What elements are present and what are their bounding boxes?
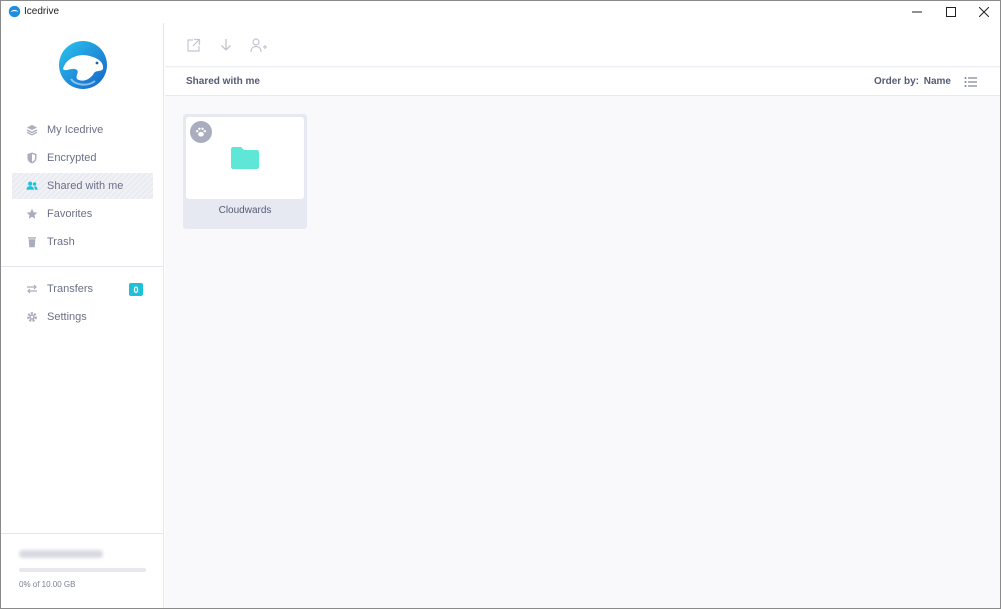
gear-icon [26, 311, 38, 323]
sidebar-divider [1, 266, 164, 267]
order-by-label: Order by: [873, 76, 919, 87]
sidebar-item-my-icedrive[interactable]: My Icedrive [12, 117, 153, 143]
maximize-button[interactable] [934, 1, 968, 23]
toolbar [165, 23, 1000, 67]
folder-icon [231, 147, 259, 169]
sidebar-item-label: Settings [47, 311, 87, 323]
download-icon [221, 39, 231, 51]
close-icon [979, 7, 989, 17]
main-content: Shared with me Order by: Name Cloudwards [165, 23, 1000, 608]
maximize-icon [946, 7, 956, 17]
window-title: Icedrive [24, 6, 60, 17]
order-by-selector[interactable]: Order by: Name [874, 76, 951, 87]
order-by-value: Name [923, 76, 951, 87]
folder-name: Cloudwards [218, 205, 272, 216]
sidebar-divider [1, 533, 164, 534]
sidebar-item-label: My Icedrive [47, 124, 104, 136]
storage-usage-text: 0% of 10.00 GB [19, 580, 76, 589]
minimize-icon [912, 11, 922, 13]
icedrive-logo [59, 41, 107, 89]
open-external-icon [186, 38, 200, 52]
shield-icon [26, 152, 38, 164]
folder-thumbnail [186, 117, 304, 199]
add-user-button[interactable] [250, 36, 268, 54]
app-window: Icedrive My Icedrive Encrypted Shared wi… [0, 0, 1001, 609]
icedrive-app-icon [8, 5, 21, 18]
primary-nav: My Icedrive Encrypted Shared with me Fav… [12, 117, 153, 257]
sidebar-item-label: Shared with me [47, 180, 124, 192]
layers-icon [26, 124, 38, 136]
sidebar-item-favorites[interactable]: Favorites [12, 201, 153, 227]
add-user-icon [250, 37, 267, 52]
transfers-count-badge: 0 [129, 283, 143, 296]
folder-card[interactable]: Cloudwards [183, 114, 307, 229]
breadcrumb-bar: Shared with me Order by: Name [165, 68, 1000, 96]
account-name-blurred [19, 550, 103, 558]
storage-usage-bar [19, 568, 146, 572]
sidebar-item-transfers[interactable]: Transfers 0 [12, 276, 153, 302]
sidebar-item-label: Encrypted [47, 152, 97, 164]
users-icon [26, 180, 38, 192]
sidebar-item-trash[interactable]: Trash [12, 229, 153, 255]
paw-icon [196, 127, 206, 137]
secondary-nav: Transfers 0 Settings [12, 276, 153, 332]
sidebar: My Icedrive Encrypted Shared with me Fav… [1, 23, 164, 608]
owner-avatar [190, 121, 212, 143]
open-external-button[interactable] [184, 36, 202, 54]
breadcrumb[interactable]: Shared with me [186, 76, 260, 87]
sidebar-item-settings[interactable]: Settings [12, 304, 153, 330]
sidebar-item-label: Trash [47, 236, 75, 248]
sidebar-item-label: Transfers [47, 283, 94, 295]
minimize-button[interactable] [900, 1, 934, 23]
trash-icon [26, 236, 38, 248]
sidebar-item-label: Favorites [47, 208, 93, 220]
star-icon [26, 208, 38, 220]
transfer-arrows-icon [26, 283, 38, 295]
sidebar-item-encrypted[interactable]: Encrypted [12, 145, 153, 171]
list-view-icon[interactable] [964, 75, 978, 89]
sidebar-item-shared-with-me[interactable]: Shared with me [12, 173, 153, 199]
download-button[interactable] [217, 36, 235, 54]
close-button[interactable] [967, 1, 1001, 23]
title-bar[interactable]: Icedrive [1, 1, 1000, 23]
